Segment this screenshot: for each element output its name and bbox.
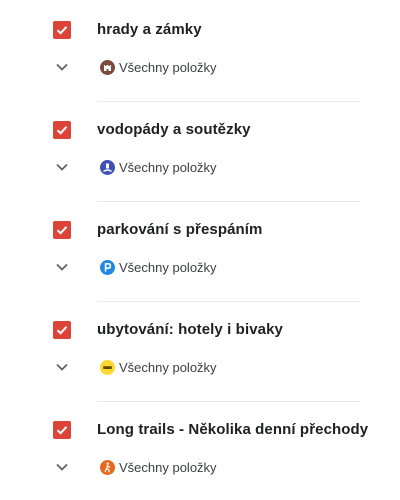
bed-icon [100, 360, 115, 375]
checkmark-icon [56, 226, 68, 235]
layer-checkbox[interactable] [53, 421, 71, 439]
chevron-down-icon[interactable] [55, 362, 69, 372]
item-label[interactable]: Všechny položky [119, 160, 217, 175]
item-label[interactable]: Všechny položky [119, 360, 217, 375]
item-label[interactable]: Všechny položky [119, 260, 217, 275]
waterfall-icon [100, 160, 115, 175]
layer-title[interactable]: ubytování: hotely i bivaky [97, 321, 283, 338]
checkmark-icon [56, 426, 68, 435]
layer-checkbox[interactable] [53, 121, 71, 139]
checkmark-icon [56, 326, 68, 335]
layer-title[interactable]: Long trails - Několika denní přechody [97, 421, 368, 438]
parking-icon [100, 260, 115, 275]
item-label[interactable]: Všechny položky [119, 60, 217, 75]
checkmark-icon [56, 126, 68, 135]
chevron-down-icon[interactable] [55, 262, 69, 272]
layer-item: Long trails - Několika denní přechody Vš… [0, 400, 400, 500]
layer-title[interactable]: parkování s přespáním [97, 221, 263, 238]
chevron-down-icon[interactable] [55, 62, 69, 72]
layer-item: parkování s přespáním Všechny položky [0, 200, 400, 302]
layer-checkbox[interactable] [53, 21, 71, 39]
layer-list: hrady a zámky Všechny položky vodopády a… [0, 0, 400, 500]
layer-checkbox[interactable] [53, 221, 71, 239]
hiker-icon [100, 460, 115, 475]
chevron-down-icon[interactable] [55, 162, 69, 172]
layer-item: vodopády a soutězky Všechny položky [0, 100, 400, 202]
layer-title[interactable]: vodopády a soutězky [97, 121, 251, 138]
layer-title[interactable]: hrady a zámky [97, 21, 202, 38]
castle-icon [100, 60, 115, 75]
item-label[interactable]: Všechny položky [119, 460, 217, 475]
layer-checkbox[interactable] [53, 321, 71, 339]
checkmark-icon [56, 26, 68, 35]
layer-item: hrady a zámky Všechny položky [0, 0, 400, 102]
chevron-down-icon[interactable] [55, 462, 69, 472]
layer-item: ubytování: hotely i bivaky Všechny polož… [0, 300, 400, 402]
